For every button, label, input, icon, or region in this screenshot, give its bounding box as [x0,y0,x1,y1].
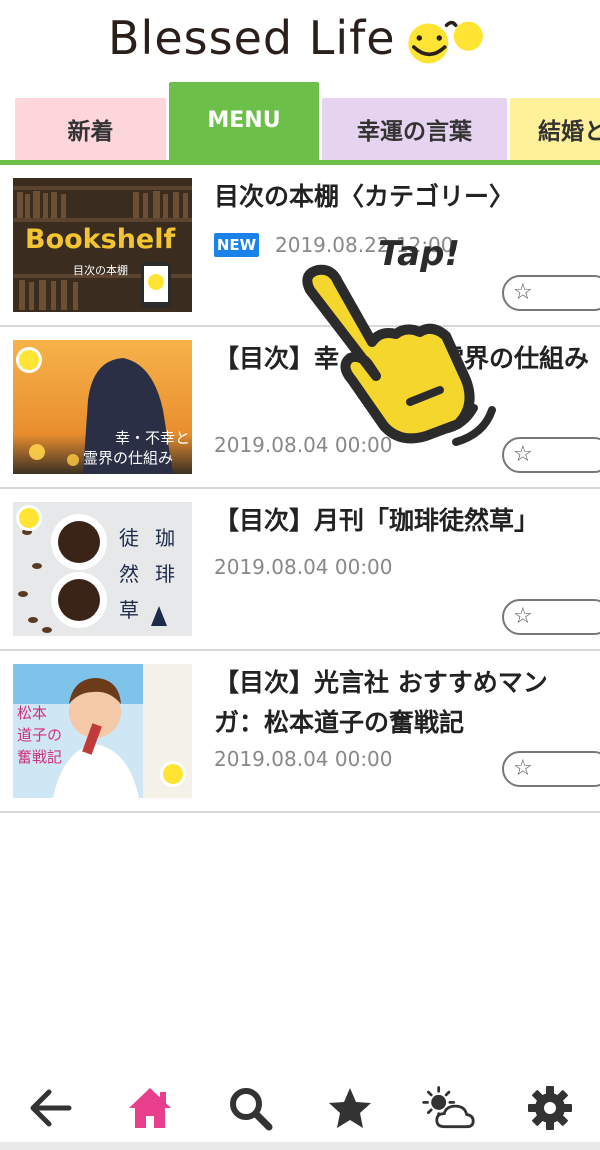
system-bar [0,1142,600,1150]
back-button[interactable] [22,1080,78,1136]
smiley-logo-icon [408,20,483,64]
settings-button[interactable] [522,1080,578,1136]
article-date: 2019.08.22 12:00 [275,233,454,257]
thumb-text-2: 道子の [17,726,63,744]
gear-icon [528,1086,572,1130]
search-icon [230,1088,273,1131]
thumb-text-3: 奮戦記 [17,748,63,766]
tab-menu-label: MENU [207,108,281,133]
article-title[interactable]: 【目次】月刊「珈琲徒然草」 [214,501,594,541]
article-list: Bookshelf 目次の本棚 目次の本棚〈カテゴリー〉 NEW 2019.08… [0,165,600,813]
thumb-text-1: 松本 [17,704,48,722]
new-badge: NEW [214,233,259,257]
back-arrow-icon [30,1089,72,1127]
thumb-char-4: 然 [119,562,139,586]
article-date: 2019.08.04 00:00 [214,747,393,771]
thumb-subtitle: 目次の本棚 [73,264,128,277]
favorite-button[interactable]: ☆ [502,437,600,473]
list-item[interactable]: 珈 琲 徒 然 草 【目次】月刊「珈琲徒然草」 2019.08.04 00:00… [0,489,600,651]
home-button[interactable] [122,1080,178,1136]
article-date: 2019.08.04 00:00 [214,555,393,579]
tab-new[interactable]: 新着 [15,98,166,160]
thumb-char-1: 珈 [155,526,175,550]
article-thumbnail: 珈 琲 徒 然 草 [13,502,192,636]
tab-marriage[interactable]: 結婚と [510,98,600,160]
list-item[interactable]: 松本 道子の 奮戦記 【目次】光言社 おすすめマンガ：松本道子の奮戦記 2019… [0,651,600,813]
star-icon [329,1088,371,1128]
article-title[interactable]: 【目次】光言社 おすすめマンガ：松本道子の奮戦記 [214,663,594,743]
star-outline-icon: ☆ [513,280,533,305]
article-thumbnail: Bookshelf 目次の本棚 [13,178,192,312]
article-date: 2019.08.04 00:00 [214,433,393,457]
thumb-char-3: 徒 [119,526,139,550]
thumb-char-2: 琲 [155,562,175,586]
star-outline-icon: ☆ [513,756,533,781]
list-item[interactable]: 幸・不幸と 霊界の仕組み 【目次】幸・不幸と霊界の仕組み 2019.08.04 … [0,327,600,489]
search-button[interactable] [222,1080,278,1136]
thumb-text-2: 霊界の仕組み [83,449,174,467]
favorite-button[interactable]: ☆ [502,275,600,311]
weather-icon [422,1086,475,1129]
home-icon [129,1088,171,1128]
app-logo[interactable]: Blessed Life [108,8,396,68]
category-tabs: 新着 MENU 幸運の言葉 結婚と [0,82,600,164]
article-thumbnail: 松本 道子の 奮戦記 [13,664,192,798]
app-header: Blessed Life [0,0,600,82]
article-title[interactable]: 目次の本棚〈カテゴリー〉 [214,177,594,217]
article-title[interactable]: 【目次】幸・不幸と霊界の仕組み [214,339,594,379]
thumb-text-1: 幸・不幸と [115,429,191,447]
bottom-navigation [0,1072,600,1142]
weather-button[interactable] [420,1080,476,1136]
tab-lucky-words-label: 幸運の言葉 [357,119,472,145]
tab-new-label: 新着 [67,119,114,145]
thumb-title: Bookshelf [25,224,176,255]
favorite-button[interactable]: ☆ [502,599,600,635]
app-title: Blessed Life [108,11,396,65]
tab-menu[interactable]: MENU [169,82,319,160]
favorite-button[interactable]: ☆ [502,751,600,787]
list-item[interactable]: Bookshelf 目次の本棚 目次の本棚〈カテゴリー〉 NEW 2019.08… [0,165,600,327]
tab-marriage-label: 結婚と [538,119,600,145]
star-outline-icon: ☆ [513,442,533,467]
tab-lucky-words[interactable]: 幸運の言葉 [322,98,507,160]
favorites-button[interactable] [322,1080,378,1136]
thumb-char-5: 草 [119,598,139,622]
article-thumbnail: 幸・不幸と 霊界の仕組み [13,340,192,474]
star-outline-icon: ☆ [513,604,533,629]
